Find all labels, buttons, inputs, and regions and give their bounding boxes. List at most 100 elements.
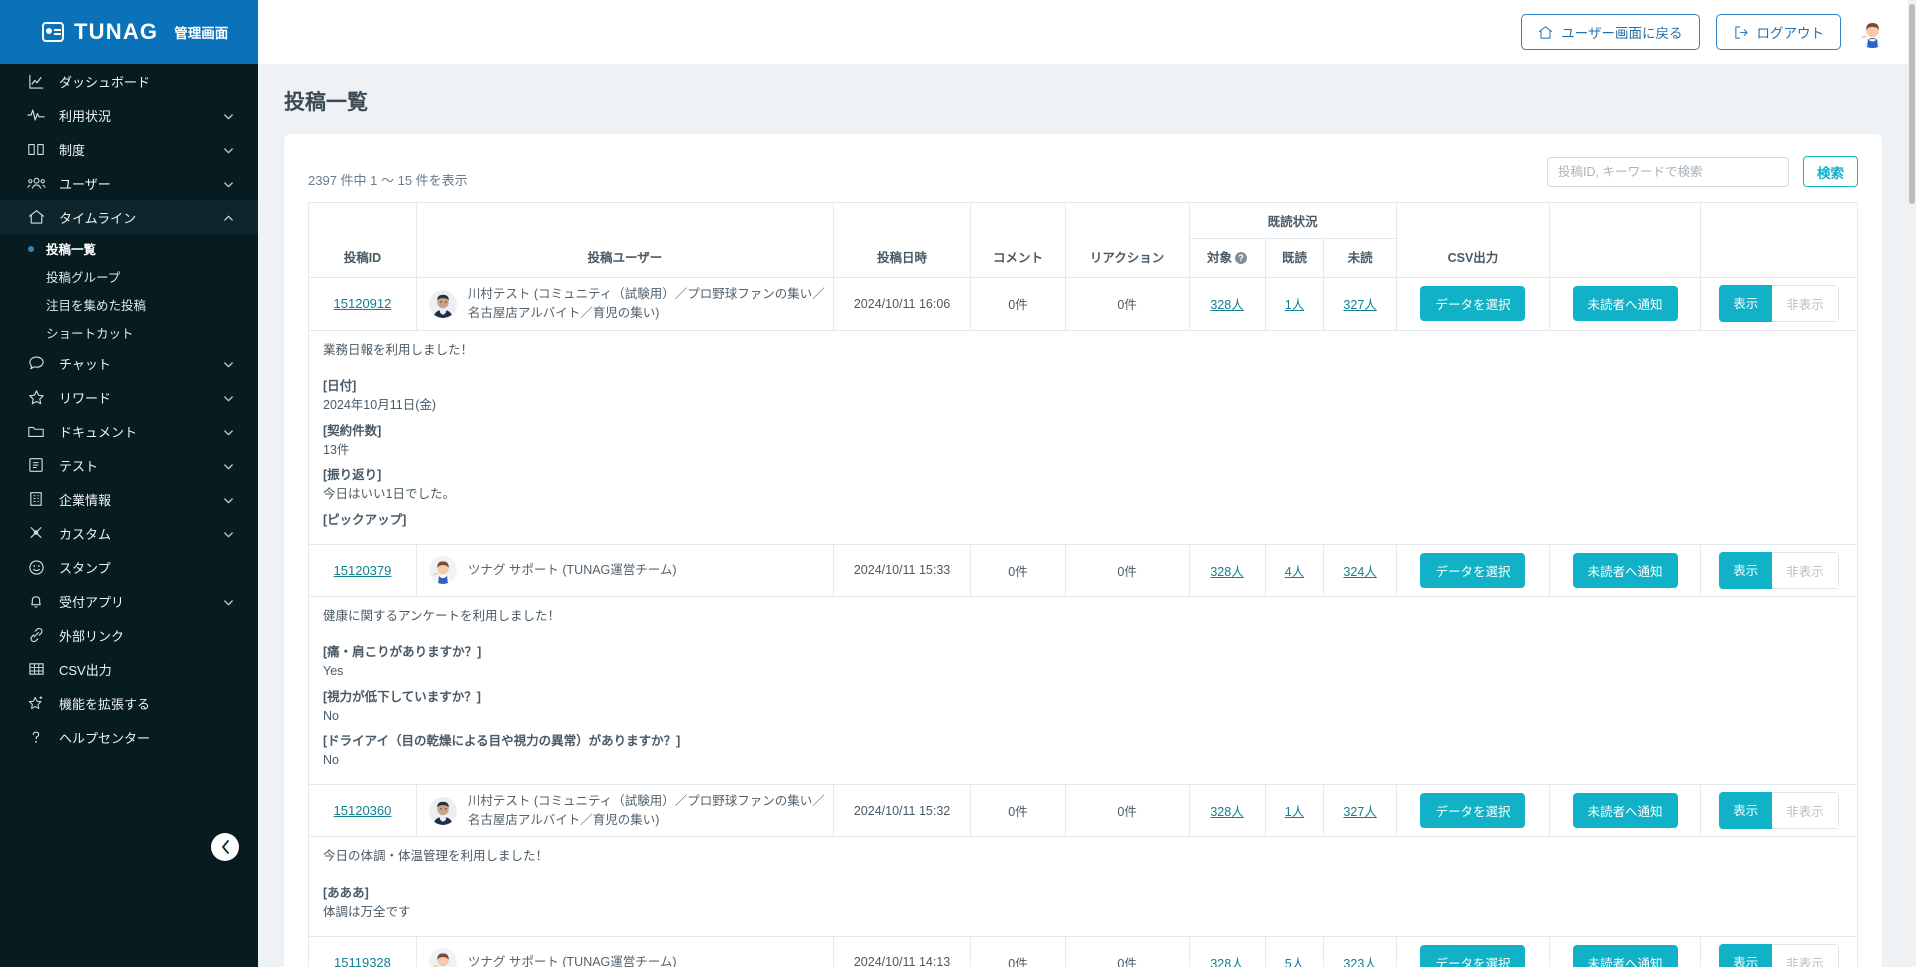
sidebar-item-11[interactable]: カスタム: [0, 516, 258, 550]
sidebar-item-14[interactable]: 外部リンク: [0, 618, 258, 652]
notify-unread-button[interactable]: 未読者へ通知: [1572, 286, 1678, 322]
post-id-link[interactable]: 15120360: [334, 803, 392, 818]
sidebar-item-label: ドキュメント: [59, 424, 138, 440]
read-count-link[interactable]: 1人: [1285, 298, 1304, 312]
col-comments[interactable]: コメント: [970, 202, 1066, 278]
col-target[interactable]: 対象?: [1188, 238, 1266, 278]
visibility-hide-option[interactable]: 非表示: [1772, 792, 1839, 829]
brand-logo[interactable]: TUNAG 管理画面: [0, 0, 258, 64]
user-avatar[interactable]: [1857, 16, 1888, 48]
sidebar-collapse-button[interactable]: [211, 833, 239, 861]
sidebar-expand-toggle[interactable]: [223, 144, 234, 155]
read-count-link[interactable]: 4人: [1285, 565, 1304, 579]
sidebar-item-3[interactable]: 制度: [0, 132, 258, 166]
col-reactions[interactable]: リアクション: [1064, 202, 1190, 278]
post-body-text: Yes: [323, 664, 344, 678]
visibility-hide-option[interactable]: 非表示: [1772, 943, 1839, 967]
col-csv-output[interactable]: CSV出力: [1395, 202, 1551, 278]
question-circle-icon[interactable]: ?: [1235, 252, 1248, 264]
sidebar-expand-toggle[interactable]: [223, 178, 234, 189]
sidebar-item-5[interactable]: タイムライン: [0, 200, 258, 234]
sidebar-subitem-3[interactable]: 注目を集めた投稿: [0, 290, 258, 318]
search-input[interactable]: [1547, 156, 1789, 187]
page-scrollbar-thumb[interactable]: [1909, 4, 1915, 204]
sidebar-item-17[interactable]: ヘルプセンター: [0, 720, 258, 754]
visibility-toggle[interactable]: 表示 非表示: [1719, 792, 1839, 829]
visibility-toggle[interactable]: 表示 非表示: [1719, 551, 1839, 589]
sidebar-item-label: 企業情報: [59, 492, 112, 508]
sidebar-item-1[interactable]: ダッシュボード: [0, 64, 258, 98]
select-data-button[interactable]: データを選択: [1420, 944, 1526, 967]
sidebar-expand-toggle[interactable]: [223, 212, 234, 223]
visibility-show-option[interactable]: 表示: [1719, 285, 1773, 323]
notify-unread-button[interactable]: 未読者へ通知: [1572, 552, 1678, 588]
unread-count-link[interactable]: 327人: [1343, 298, 1376, 312]
notify-unread-button[interactable]: 未読者へ通知: [1572, 944, 1678, 967]
sidebar-expand-toggle[interactable]: [223, 358, 234, 369]
visibility-show-option[interactable]: 表示: [1719, 551, 1773, 589]
sidebar-expand-toggle[interactable]: [223, 596, 234, 607]
read-count-link[interactable]: 1人: [1285, 805, 1304, 819]
chevron-down-icon: [224, 395, 233, 401]
post-id-link[interactable]: 15119328: [334, 955, 391, 967]
sidebar-subitem-4[interactable]: ショートカット: [0, 318, 258, 346]
chevron-down-icon: [224, 113, 233, 119]
sidebar-expand-toggle[interactable]: [223, 426, 234, 437]
search-button[interactable]: 検索: [1803, 156, 1858, 187]
sidebar-item-13[interactable]: 受付アプリ: [0, 584, 258, 618]
unread-count-link[interactable]: 323人: [1343, 957, 1376, 967]
cell-visibility: 表示 非表示: [1699, 935, 1859, 967]
notify-unread-button[interactable]: 未読者へ通知: [1572, 793, 1678, 828]
col-read[interactable]: 既読: [1264, 238, 1325, 278]
table-row-body: 業務日報を利用しました！ [日付] 2024年10月11日(金) [契約件数] 13件 […: [308, 329, 1858, 545]
logout-button[interactable]: ログアウト: [1715, 14, 1841, 50]
sidebar-item-12[interactable]: スタンプ: [0, 550, 258, 584]
target-count-link[interactable]: 328人: [1210, 957, 1243, 967]
post-user-name[interactable]: 川村テスト (コミュニティ（試験用）／プロ野球ファンの集い／名古屋店アルバイト／…: [468, 285, 829, 323]
sidebar-item-4[interactable]: ユーザー: [0, 166, 258, 200]
post-id-link[interactable]: 15120912: [334, 296, 392, 311]
sidebar-item-9[interactable]: テスト: [0, 448, 258, 482]
post-body-spacer: [323, 625, 1843, 636]
back-to-user-screen-button[interactable]: ユーザー画面に戻る: [1521, 14, 1700, 50]
sidebar-expand-toggle[interactable]: [223, 110, 234, 121]
col-post-user[interactable]: 投稿ユーザー: [415, 202, 834, 278]
sidebar-item-16[interactable]: 機能を拡張する: [0, 686, 258, 720]
sidebar-expand-toggle[interactable]: [223, 494, 234, 505]
sidebar-expand-toggle[interactable]: [223, 392, 234, 403]
visibility-show-option[interactable]: 表示: [1719, 943, 1773, 967]
sidebar-item-15[interactable]: CSV出力: [0, 652, 258, 686]
visibility-hide-option[interactable]: 非表示: [1772, 285, 1839, 323]
sidebar-item-6[interactable]: チャット: [0, 346, 258, 380]
visibility-toggle[interactable]: 表示 非表示: [1719, 943, 1839, 967]
visibility-toggle[interactable]: 表示 非表示: [1719, 285, 1839, 323]
sidebar-subitem-1[interactable]: 投稿一覧: [0, 234, 258, 262]
visibility-hide-option[interactable]: 非表示: [1772, 551, 1839, 589]
post-id-link[interactable]: 15120379: [334, 563, 392, 578]
post-user-name[interactable]: 川村テスト (コミュニティ（試験用）／プロ野球ファンの集い／名古屋店アルバイト／…: [468, 792, 829, 830]
col-post-datetime[interactable]: 投稿日時: [832, 202, 972, 278]
unread-count-link[interactable]: 324人: [1343, 565, 1376, 579]
sidebar-item-2[interactable]: 利用状況: [0, 98, 258, 132]
sidebar-item-10[interactable]: 企業情報: [0, 482, 258, 516]
post-user-name[interactable]: ツナグ サポート (TUNAG運営チーム): [468, 561, 677, 580]
col-post-id[interactable]: 投稿ID: [308, 202, 417, 278]
col-unread[interactable]: 未読: [1323, 238, 1397, 278]
target-count-link[interactable]: 328人: [1210, 298, 1243, 312]
sidebar-expand-toggle[interactable]: [223, 460, 234, 471]
page-scrollbar[interactable]: [1908, 0, 1916, 967]
select-data-button[interactable]: データを選択: [1420, 793, 1526, 828]
post-user-name[interactable]: ツナグ サポート (TUNAG運営チーム): [468, 953, 677, 967]
select-data-button[interactable]: データを選択: [1420, 552, 1526, 588]
sidebar-item-7[interactable]: リワード: [0, 380, 258, 414]
read-count-link[interactable]: 5人: [1285, 957, 1304, 967]
sidebar-subitem-2[interactable]: 投稿グループ: [0, 262, 258, 290]
target-count-link[interactable]: 328人: [1210, 805, 1243, 819]
unread-count-link[interactable]: 327人: [1343, 805, 1376, 819]
sidebar-expand-toggle[interactable]: [223, 528, 234, 539]
sidebar-item-label: ダッシュボード: [59, 74, 151, 90]
visibility-show-option[interactable]: 表示: [1719, 792, 1773, 829]
target-count-link[interactable]: 328人: [1210, 565, 1243, 579]
sidebar-item-8[interactable]: ドキュメント: [0, 414, 258, 448]
select-data-button[interactable]: データを選択: [1420, 286, 1526, 322]
